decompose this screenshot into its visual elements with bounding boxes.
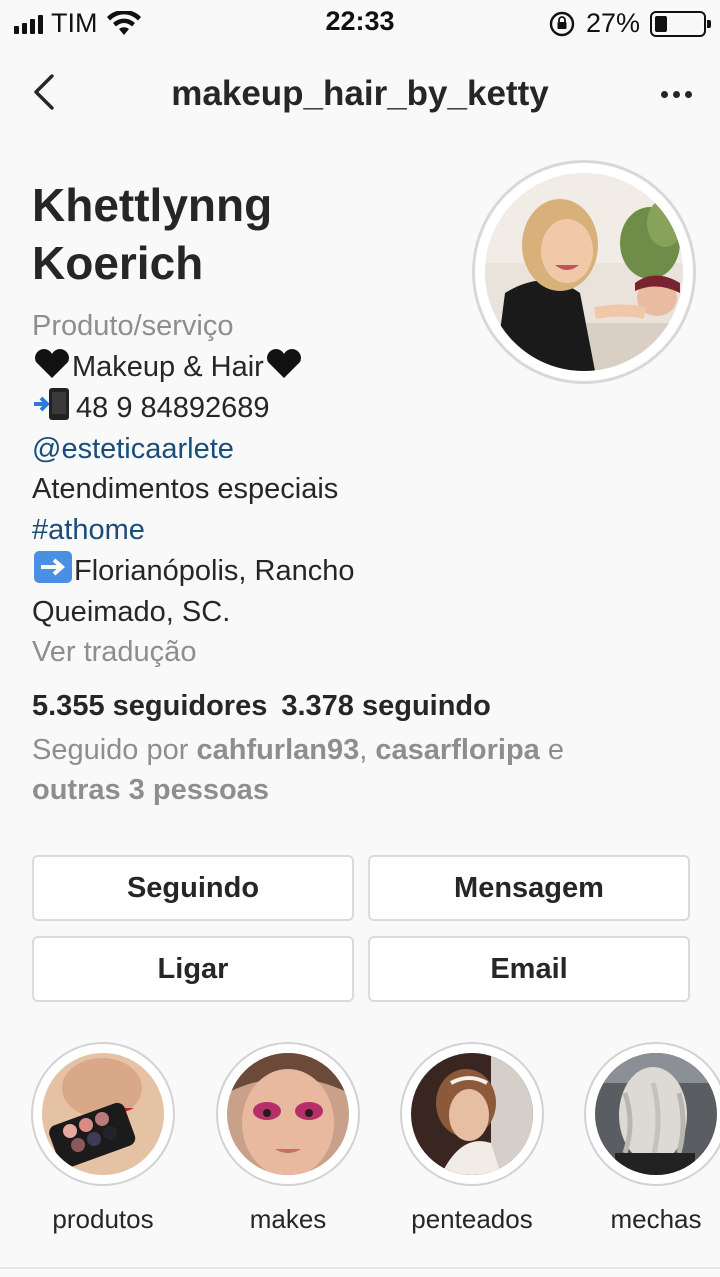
highlight-cover xyxy=(42,1053,164,1175)
followed-by-sep: , xyxy=(359,734,376,766)
bio-mention-link[interactable]: @esteticaarlete xyxy=(32,429,452,470)
avatar-photo xyxy=(485,173,683,371)
following-count[interactable]: 3.378 seguindo xyxy=(281,690,491,722)
highlight-ring xyxy=(584,1042,720,1186)
battery-percent: 27% xyxy=(585,8,640,38)
highlight-mechas[interactable]: mechas xyxy=(584,1042,720,1235)
followed-by-others: outras 3 pessoas xyxy=(32,774,269,806)
message-button[interactable]: Mensagem xyxy=(368,855,690,921)
avatar-image xyxy=(485,173,683,371)
bio-hashtag-link[interactable]: #athome xyxy=(32,510,452,551)
bio-line-atendimentos: Atendimentos especiais xyxy=(32,473,339,505)
profile-full-name: Khettlynng Koerich xyxy=(32,176,452,292)
profile-stats: 5.355 seguidores 3.378 seguindo xyxy=(32,690,505,723)
right-arrow-emoji-icon xyxy=(34,551,72,583)
bio-line-makeup-hair: Makeup & Hair xyxy=(32,347,452,388)
more-dot xyxy=(672,90,680,98)
bio-phone-line[interactable]: 48 9 84892689 xyxy=(32,387,452,429)
followers-count[interactable]: 5.355 seguidores xyxy=(32,690,267,722)
more-horizontal-icon xyxy=(660,90,668,98)
bio-phone-number: 48 9 84892689 xyxy=(76,392,270,424)
bio-location: Florianópolis, Rancho Queimado, SC. xyxy=(32,550,452,632)
followed-by-user-2: casarfloripa xyxy=(375,734,540,766)
status-right: 27% xyxy=(548,8,711,39)
highlight-ring xyxy=(216,1042,360,1186)
highlight-cover-image xyxy=(411,1053,533,1175)
divider xyxy=(0,1267,720,1269)
highlight-ring xyxy=(31,1042,175,1186)
highlight-cover xyxy=(411,1053,533,1175)
highlight-makes[interactable]: makes xyxy=(216,1042,362,1235)
highlight-ring xyxy=(400,1042,544,1186)
call-button[interactable]: Ligar xyxy=(32,936,354,1002)
bio-location-line-1: Florianópolis, Rancho xyxy=(74,555,355,587)
highlight-cover-image xyxy=(227,1053,349,1175)
bio-location-line-2: Queimado, SC. xyxy=(32,595,231,628)
name-line-2: Koerich xyxy=(32,237,204,289)
following-button[interactable]: Seguindo xyxy=(32,855,354,921)
email-button[interactable]: Email xyxy=(368,936,690,1002)
battery-fill xyxy=(655,15,667,32)
highlight-label: penteados xyxy=(411,1204,533,1234)
profile-avatar[interactable] xyxy=(472,160,696,384)
highlight-penteados[interactable]: penteados xyxy=(400,1042,546,1235)
highlight-label: makes xyxy=(249,1204,327,1234)
highlight-produtos[interactable]: produtos xyxy=(31,1042,177,1235)
highlight-cover-image xyxy=(595,1053,717,1175)
battery-icon xyxy=(650,10,711,37)
profile-category: Produto/serviço xyxy=(32,310,234,342)
bio-makeup-hair-text: Makeup & Hair xyxy=(72,350,264,383)
followed-by-joiner: e xyxy=(539,734,564,766)
rotation-lock-icon xyxy=(549,11,575,36)
nav-bar: makeup_hair_by_ketty xyxy=(0,56,720,136)
highlight-cover-image xyxy=(42,1053,164,1175)
highlight-label: produtos xyxy=(52,1204,154,1234)
black-heart-emoji-icon xyxy=(35,348,69,378)
profile-username-title: makeup_hair_by_ketty xyxy=(171,74,549,113)
followed-by[interactable]: Seguido por cahfurlan93, casarfloripa e o… xyxy=(32,730,672,810)
black-heart-emoji-icon xyxy=(266,348,301,378)
highlight-label: mechas xyxy=(610,1204,702,1234)
mobile-phone-arrow-emoji-icon xyxy=(34,388,69,420)
profile-bio: Produto/serviço Makeup & Hair 48 9 84892… xyxy=(32,306,452,673)
name-line-1: Khettlynng xyxy=(32,179,273,231)
status-bar: TIM 22:33 27% xyxy=(0,0,720,48)
translate-link[interactable]: Ver tradução xyxy=(32,632,452,673)
more-dot xyxy=(684,90,692,98)
more-options-button[interactable] xyxy=(654,74,698,114)
highlight-cover xyxy=(227,1053,349,1175)
followed-by-user-1: cahfurlan93 xyxy=(196,734,360,766)
highlight-cover xyxy=(595,1053,717,1175)
followed-by-prefix: Seguido por xyxy=(32,734,197,766)
